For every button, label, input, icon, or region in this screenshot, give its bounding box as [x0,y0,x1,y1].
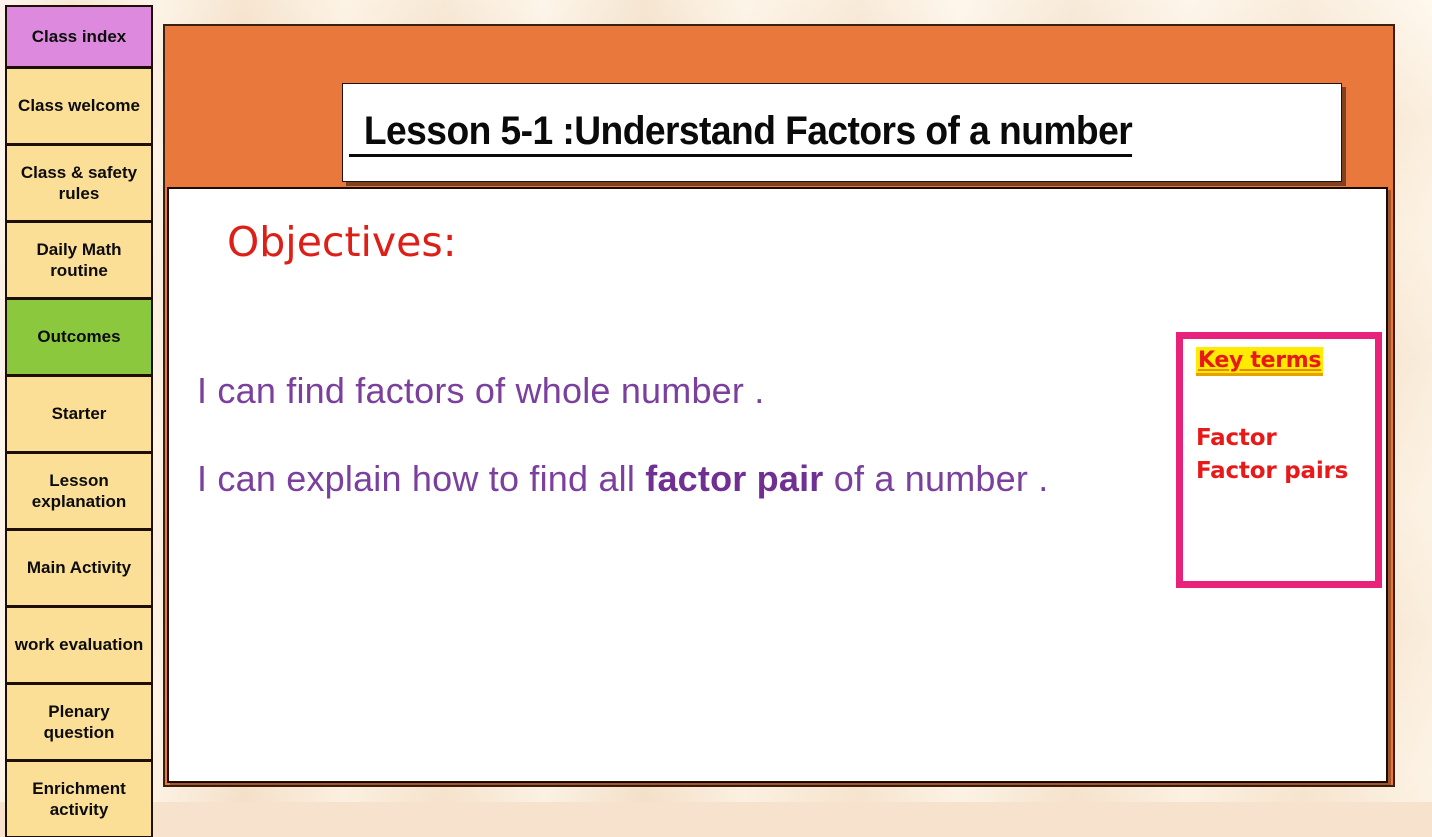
objective-item-1: I can find factors of whole number . [197,370,765,412]
objective-2-text-post: of a number . [823,458,1049,499]
sidebar-item-outcomes[interactable]: Outcomes [5,298,153,375]
sidebar-item-daily-math-routine[interactable]: Daily Math routine [5,221,153,298]
sidebar-item-label: Daily Math routine [36,239,122,280]
sidebar-item-label: work evaluation [14,635,144,655]
sidebar-item-class-welcome[interactable]: Class welcome [5,67,153,144]
key-terms-box: Key terms Factor Factor pairs [1176,332,1382,588]
sidebar-item-class-index[interactable]: Class index [5,5,153,67]
objective-1-text: I can find factors of whole number . [197,370,765,411]
key-term-factor-pairs: Factor pairs [1196,458,1349,484]
key-terms-title: Key terms [1196,347,1324,376]
slide-content-panel: Objectives: I can find factors of whole … [167,187,1388,783]
sidebar-item-lesson-explanation[interactable]: Lesson explanation [5,452,153,529]
sidebar-item-main-activity[interactable]: Main Activity [5,529,153,606]
key-term-factor: Factor [1196,425,1277,451]
objective-item-2: I can explain how to find all factor pai… [197,458,1048,500]
sidebar-item-label: Main Activity [26,558,132,578]
sidebar-item-label: Class & safety rules [20,162,138,203]
sidebar-item-label: Plenary question [43,701,115,742]
sidebar-item-label: Lesson explanation [31,470,127,511]
sidebar-item-label: Class index [31,26,127,46]
sidebar-item-work-evaluation[interactable]: work evaluation [5,606,153,683]
page-title: Lesson 5-1 :Understand Factors of a numb… [349,108,1133,157]
sidebar-item-label: Class welcome [18,96,140,116]
sidebar-item-plenary-question[interactable]: Plenary question [5,683,153,760]
navigation-sidebar[interactable]: Class index Class welcome Class & safety r… [5,5,153,837]
sidebar-item-label: Enrichment activity [32,778,126,819]
objective-2-text-pre: I can explain how to find all [197,458,646,499]
sidebar-item-label: Outcomes [37,327,121,347]
sidebar-item-class-safety-rules[interactable]: Class & safety rules [5,144,153,221]
objective-2-text-bold: factor pair [645,458,824,499]
sidebar-item-enrichment-activity[interactable]: Enrichment activity [5,760,153,837]
sidebar-item-label: Starter [51,404,107,424]
objectives-heading: Objectives: [227,218,457,266]
sidebar-item-starter[interactable]: Starter [5,375,153,452]
lesson-title-box: Lesson 5-1 :Understand Factors of a numb… [342,83,1342,182]
